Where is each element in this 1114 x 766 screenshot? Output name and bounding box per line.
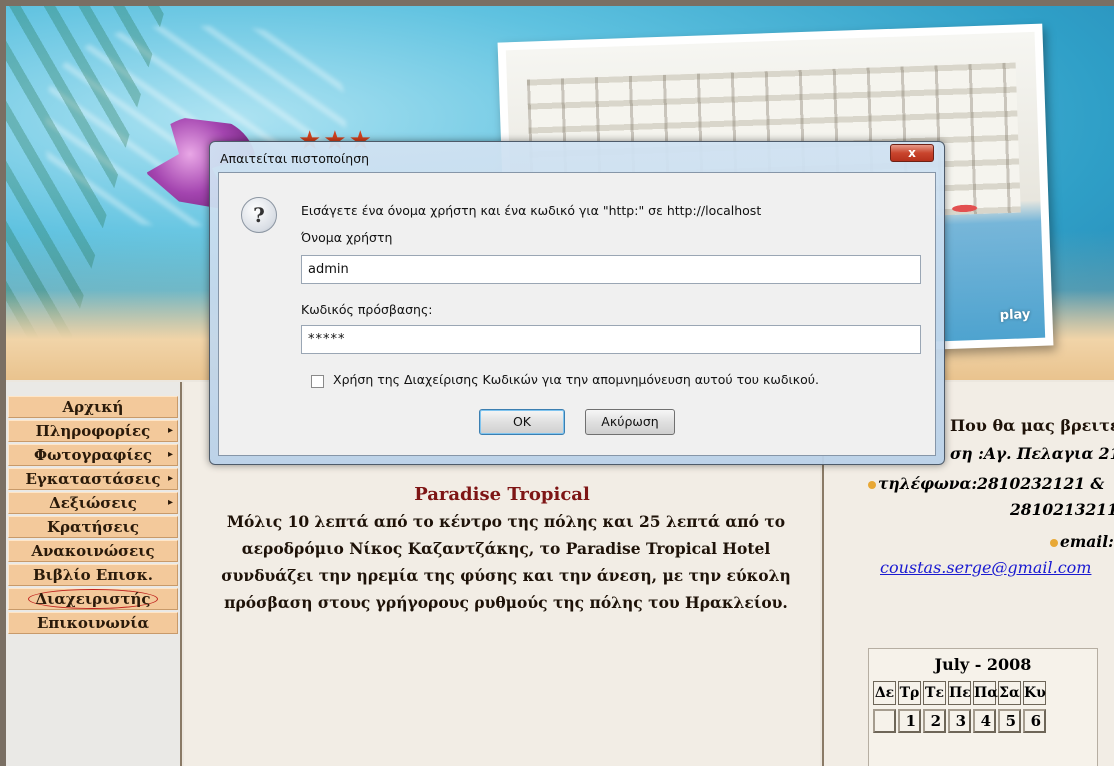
address-text: ση :Αγ. Πελαγια 21 xyxy=(950,444,1114,463)
calendar-week-row: 1 2 3 4 5 6 xyxy=(873,709,1046,733)
menu-item-info[interactable]: Πληροφορίες ▸ xyxy=(8,420,178,442)
password-label: Κωδικός πρόσβασης: xyxy=(301,302,433,317)
cancel-button[interactable]: Ακύρωση xyxy=(585,409,675,435)
hotel-title: Paradise Tropical xyxy=(414,484,590,505)
menu-item-home[interactable]: Αρχική xyxy=(8,396,178,418)
email-label: email: xyxy=(1050,532,1114,551)
username-field[interactable]: admin xyxy=(301,255,921,284)
dialog-body: ? Εισάγετε ένα όνομα χρήστη και ένα κωδι… xyxy=(218,172,936,456)
ok-button[interactable]: OK xyxy=(479,409,565,435)
dialog-message: Εισάγετε ένα όνομα χρήστη και ένα κωδικό… xyxy=(301,203,762,218)
calendar-day xyxy=(873,709,896,733)
menu-item-contact[interactable]: Επικοινωνία xyxy=(8,612,178,634)
submenu-arrow-icon: ▸ xyxy=(167,473,173,484)
phone-text-2: 2810213211 xyxy=(1010,500,1114,519)
weekday-label: Δε xyxy=(873,681,896,705)
submenu-arrow-icon: ▸ xyxy=(167,425,173,436)
weekday-label: Σα xyxy=(998,681,1021,705)
menu-item-receptions[interactable]: Δεξιώσεις ▸ xyxy=(8,492,178,514)
calendar-title[interactable]: July - 2008 xyxy=(869,655,1097,674)
username-label: Όνομα χρήστη xyxy=(301,230,393,245)
menu-item-admin[interactable]: Διαχειριστής xyxy=(8,588,178,610)
calendar-day[interactable]: 5 xyxy=(998,709,1021,733)
email-link[interactable]: coustas.serge@gmail.com xyxy=(880,558,1091,577)
menu-item-guestbook[interactable]: Βιβλίο Επισκ. xyxy=(8,564,178,586)
weekday-label: Τε xyxy=(923,681,946,705)
remember-password-label[interactable]: Χρήση της Διαχείρισης Κωδικών για την απ… xyxy=(333,372,819,387)
password-field[interactable]: ***** xyxy=(301,325,921,354)
calendar-day[interactable]: 4 xyxy=(973,709,996,733)
menu-item-announcements[interactable]: Ανακοινώσεις xyxy=(8,540,178,562)
sidebar-menu: Αρχική Πληροφορίες ▸ Φωτογραφίες ▸ Εγκατασ… xyxy=(6,382,182,766)
remember-password-checkbox[interactable] xyxy=(311,375,324,388)
auth-dialog: Απαιτείται πιστοποίηση x ? Εισάγετε ένα … xyxy=(209,141,945,465)
bullet-icon xyxy=(868,481,876,489)
calendar-day[interactable]: 3 xyxy=(948,709,971,733)
calendar-day[interactable]: 6 xyxy=(1023,709,1046,733)
submenu-arrow-icon: ▸ xyxy=(167,497,173,508)
play-badge[interactable]: play xyxy=(1000,307,1031,323)
calendar-day[interactable]: 2 xyxy=(923,709,946,733)
weekday-label: Πε xyxy=(948,681,971,705)
weekday-label: Τρ xyxy=(898,681,921,705)
hotel-description: Μόλις 10 λεπτά από το κέντρο της πόλης κ… xyxy=(221,512,791,612)
menu-item-bookings[interactable]: Κρατήσεις xyxy=(8,516,178,538)
question-icon: ? xyxy=(241,197,277,233)
weekday-label: Πα xyxy=(973,681,998,705)
close-button[interactable]: x xyxy=(890,144,934,162)
calendar: July - 2008 Δε Τρ Τε Πε Πα Σα Κυ 1 2 3 4… xyxy=(868,648,1098,766)
where-heading: Που θα μας βρειτε xyxy=(950,416,1114,435)
menu-item-photos[interactable]: Φωτογραφίες ▸ xyxy=(8,444,178,466)
dialog-title: Απαιτείται πιστοποίηση xyxy=(220,151,370,166)
menu-item-facilities[interactable]: Εγκαταστάσεις ▸ xyxy=(8,468,178,490)
bullet-icon xyxy=(1050,539,1058,547)
submenu-arrow-icon: ▸ xyxy=(167,449,173,460)
weekday-label: Κυ xyxy=(1023,681,1046,705)
phone-text: τηλέφωνα:2810232121 & xyxy=(868,474,1104,493)
calendar-weekdays: Δε Τρ Τε Πε Πα Σα Κυ xyxy=(873,681,1046,705)
calendar-day[interactable]: 1 xyxy=(898,709,921,733)
